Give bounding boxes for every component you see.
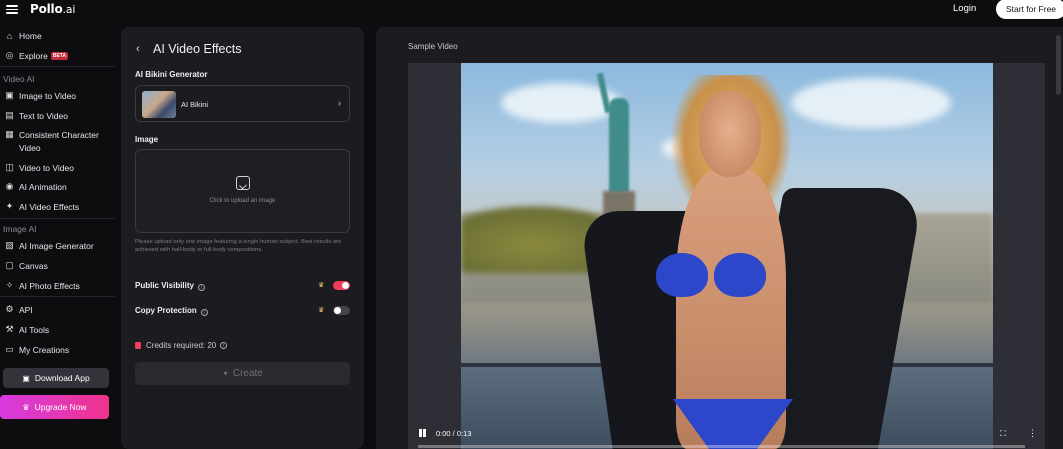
animation-icon: ◉	[5, 181, 14, 191]
beta-badge: BETA	[50, 51, 69, 60]
api-icon: ⚙	[5, 304, 14, 314]
image-label: Image	[135, 135, 159, 144]
copy-protection-label: Copy Protection	[135, 306, 197, 315]
video-frame	[461, 63, 993, 449]
credits-icon	[135, 342, 141, 349]
divider	[0, 296, 115, 297]
sidebar-item-api[interactable]: ⚙ API	[4, 304, 32, 315]
info-icon[interactable]: i	[220, 342, 228, 349]
canvas-icon: ▢	[5, 260, 14, 270]
login-link[interactable]: Login	[953, 3, 976, 14]
sidebar-item-home[interactable]: ⌂ Home	[4, 30, 42, 41]
sidebar-item-image-to-video[interactable]: ▣ Image to Video	[4, 90, 76, 101]
public-visibility-toggle[interactable]	[333, 281, 350, 290]
sidebar-item-my-creations[interactable]: ▭ My Creations	[4, 344, 69, 355]
sample-video-label: Sample Video	[408, 42, 458, 51]
download-icon: ▣	[22, 373, 30, 383]
sidebar-item-ai-tools[interactable]: ⚒ AI Tools	[4, 324, 49, 335]
crown-icon: ♛	[318, 307, 325, 314]
logo[interactable]: Pollo.ai	[30, 2, 75, 16]
photo-effects-icon: ✧	[5, 280, 14, 290]
sidebar-item-consistent-character-video[interactable]: ▦ Consistent Character Video	[4, 129, 99, 155]
credits-required: Credits required: 20 i	[135, 341, 228, 350]
effect-select[interactable]: AI Bikini ›	[135, 85, 350, 122]
upload-help-text: Please upload only one image featuring a…	[135, 239, 342, 254]
sparkle-icon: ✦	[222, 369, 229, 378]
top-bar: Pollo.ai Login Start for Free	[0, 0, 1063, 20]
effect-name: AI Bikini	[181, 100, 209, 109]
image-generator-icon: ▨	[5, 240, 14, 250]
divider	[0, 218, 115, 219]
statue-of-liberty	[596, 72, 639, 221]
sidebar-item-canvas[interactable]: ▢ Canvas	[4, 260, 48, 271]
generator-label: AI Bikini Generator	[135, 70, 208, 79]
video-progress-bar[interactable]	[418, 445, 1025, 448]
crown-icon: ♛	[318, 282, 325, 289]
section-image-ai: Image AI	[3, 224, 37, 234]
scrollbar[interactable]	[1056, 35, 1061, 95]
info-icon[interactable]: i	[200, 309, 208, 316]
create-button[interactable]: ✦ Create	[135, 362, 350, 385]
sample-video-area: Sample Video 0:00 / 0:13 ⛶ ⋮	[376, 27, 1063, 449]
crown-icon: ♛	[22, 402, 30, 412]
copy-protection-row: Copy Protection i ♛	[135, 305, 350, 317]
image-upload-dropzone[interactable]: Click to upload an image	[135, 149, 350, 233]
effects-panel: ‹ AI Video Effects AI Bikini Generator A…	[121, 27, 364, 449]
copy-protection-toggle[interactable]	[333, 306, 350, 315]
video-time: 0:00 / 0:13	[436, 429, 472, 438]
image-icon: ▣	[5, 90, 14, 100]
video-controls: 0:00 / 0:13 ⛶ ⋮	[408, 425, 1045, 449]
pause-icon[interactable]	[419, 429, 427, 437]
sidebar-item-ai-animation[interactable]: ◉ AI Animation	[4, 181, 67, 192]
section-video-ai: Video AI	[3, 74, 35, 84]
text-icon: ▤	[5, 110, 14, 120]
video-icon: ◫	[5, 162, 14, 172]
sidebar: ⌂ Home ◎ Explore BETA Video AI ▣ Image to Vi…	[0, 26, 115, 449]
video-player[interactable]: 0:00 / 0:13 ⛶ ⋮	[408, 63, 1045, 449]
effect-thumbnail	[142, 91, 176, 118]
start-for-free-button[interactable]: Start for Free	[996, 0, 1063, 19]
divider	[0, 66, 115, 67]
public-visibility-row: Public Visibility i ♛	[135, 280, 350, 292]
hamburger-menu-icon[interactable]	[6, 3, 18, 15]
sidebar-item-explore[interactable]: ◎ Explore BETA	[4, 50, 69, 61]
public-visibility-label: Public Visibility	[135, 281, 194, 290]
sidebar-item-video-to-video[interactable]: ◫ Video to Video	[4, 162, 74, 173]
info-icon[interactable]: i	[197, 284, 205, 291]
folder-icon: ▭	[5, 344, 14, 354]
more-options-icon[interactable]: ⋮	[1028, 428, 1037, 439]
chevron-right-icon: ›	[338, 98, 341, 108]
upload-hint: Click to upload an image	[209, 198, 276, 204]
tools-icon: ⚒	[5, 324, 14, 334]
back-chevron-icon[interactable]: ‹	[136, 43, 140, 55]
sidebar-item-text-to-video[interactable]: ▤ Text to Video	[4, 110, 68, 121]
character-icon: ▦	[5, 129, 14, 139]
effects-icon: ✦	[5, 201, 14, 211]
fullscreen-icon[interactable]: ⛶	[1000, 429, 1006, 439]
panel-title: AI Video Effects	[153, 42, 242, 56]
sidebar-item-ai-photo-effects[interactable]: ✧ AI Photo Effects	[4, 280, 80, 291]
compass-icon: ◎	[5, 50, 14, 60]
upgrade-now-button[interactable]: ♛ Upgrade Now	[0, 395, 109, 419]
home-icon: ⌂	[6, 30, 13, 41]
upload-image-icon	[236, 176, 250, 190]
download-app-button[interactable]: ▣ Download App	[3, 368, 109, 388]
sidebar-item-ai-video-effects[interactable]: ✦ AI Video Effects	[4, 201, 79, 212]
sidebar-item-ai-image-generator[interactable]: ▨ AI Image Generator	[4, 240, 93, 251]
